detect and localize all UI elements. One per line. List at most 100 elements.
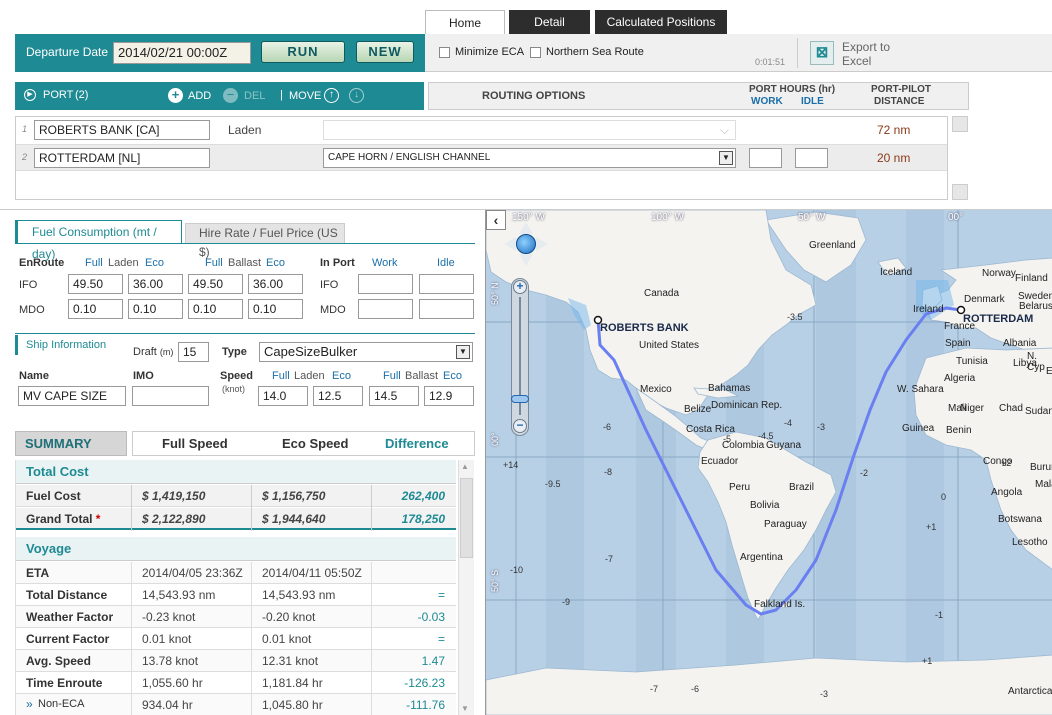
summary-scrollbar[interactable]: ▲ ▼ [458, 460, 474, 715]
pan-up-icon[interactable] [519, 222, 533, 234]
longitude-label: 50° W [798, 212, 826, 223]
tab-fuel-consumption[interactable]: Fuel Consumption (mt / day) [15, 220, 182, 261]
zoom-slider[interactable]: + − [511, 278, 529, 436]
timezone-label: +14 [503, 460, 519, 470]
table-row: Time Enroute 1,055.60 hr 1,181.84 hr -126.2… [16, 672, 456, 694]
ifo-eco-laden-input[interactable]: 36.00 [128, 274, 183, 294]
full-speed-value: 934.04 hr [142, 698, 193, 712]
export-excel-line2[interactable]: Excel [842, 54, 871, 68]
scroll-down[interactable] [952, 184, 968, 200]
timezone-label: -1 [935, 610, 944, 620]
routing-select[interactable]: ⌵ [323, 120, 736, 140]
work-hours-input[interactable] [749, 148, 782, 168]
zoom-in-icon[interactable]: + [513, 280, 527, 294]
difference-value: -111.76 [406, 698, 445, 712]
idle-hours-input[interactable] [795, 148, 828, 168]
place-label: Sudan [1025, 406, 1052, 417]
divider [797, 38, 798, 68]
place-label: Ireland [913, 304, 944, 315]
mdo-full-ballast-input[interactable]: 0.10 [188, 299, 243, 319]
port-count: (2) [75, 89, 89, 101]
zoom-out-icon[interactable]: − [513, 419, 527, 433]
pan-left-icon[interactable] [504, 237, 516, 251]
add-icon[interactable]: + [168, 88, 183, 103]
tab-calculated-positions[interactable]: Calculated Positions [595, 10, 727, 34]
eco-speed-value: -0.20 knot [262, 610, 316, 624]
mdo-eco-laden-input[interactable]: 0.10 [128, 299, 183, 319]
port-name-input[interactable]: ROTTERDAM [NL] [34, 148, 210, 168]
longitude-label: 00° [948, 212, 964, 223]
tab-hire-rate[interactable]: Hire Rate / Fuel Price (US $) [185, 223, 345, 259]
timezone-label: -7 [605, 554, 614, 564]
departure-date-input[interactable]: 2014/02/21 00:00Z [113, 42, 251, 64]
excel-icon[interactable]: ⊠ [810, 41, 834, 65]
dropdown-arrow-icon[interactable]: ▼ [719, 151, 733, 165]
port-name-input[interactable]: ROBERTS BANK [CA] [34, 120, 210, 140]
eco-speed-value: 1,181.84 hr [262, 676, 323, 690]
scroll-thumb[interactable] [460, 478, 473, 558]
route-map[interactable]: 150° W 100° W 50° W 00° 50° N 00° 50° S Greenla… [485, 210, 1052, 715]
separator: | [280, 89, 283, 101]
place-label: Brazil [789, 482, 815, 493]
ifo-work-input[interactable] [358, 274, 413, 294]
ifo-eco-ballast-input[interactable]: 36.00 [248, 274, 303, 294]
northern-sea-route-checkbox[interactable] [530, 47, 541, 58]
ship-type-select[interactable]: CapeSizeBulker ▼ [259, 342, 473, 362]
tab-detail[interactable]: Detail [509, 10, 590, 34]
divider [251, 694, 252, 715]
table-row: Fuel Cost $ 1,419,150 $ 1,156,750 262,40… [16, 485, 456, 507]
speed-full-ballast-input[interactable]: 14.5 [369, 386, 419, 406]
move-up-icon[interactable]: ↑ [324, 88, 339, 103]
move-down-icon[interactable]: ↓ [349, 88, 364, 103]
speed-eco-ballast-input[interactable]: 12.9 [424, 386, 474, 406]
export-excel-line1[interactable]: Export to [842, 40, 890, 54]
scroll-up-icon[interactable]: ▲ [461, 462, 469, 471]
globe-icon[interactable] [516, 234, 536, 254]
divider [15, 333, 475, 334]
ifo-label: IFO [320, 279, 339, 291]
table-row: Total Distance 14,543.93 nm 14,543.93 nm = [16, 584, 456, 606]
imo-input[interactable] [132, 386, 209, 406]
timezone-label: +1 [922, 656, 933, 666]
divider [371, 628, 372, 650]
delete-icon[interactable]: − [223, 88, 238, 103]
routing-select[interactable]: CAPE HORN / ENGLISH CHANNEL ▼ [323, 148, 736, 168]
ifo-full-laden-input[interactable]: 49.50 [68, 274, 123, 294]
mdo-full-laden-input[interactable]: 0.10 [68, 299, 123, 319]
mdo-eco-ballast-input[interactable]: 0.10 [248, 299, 303, 319]
pan-down-icon[interactable] [519, 254, 533, 266]
zoom-thumb[interactable] [511, 395, 529, 403]
speed-eco-laden-input[interactable]: 12.5 [313, 386, 363, 406]
pan-control[interactable] [504, 222, 548, 266]
del-button[interactable]: DEL [244, 90, 265, 102]
expand-chevron-icon[interactable]: » [26, 697, 33, 711]
ifo-label: IFO [19, 279, 38, 291]
scroll-down-icon[interactable]: ▼ [461, 704, 469, 713]
timezone-label: -3 [820, 689, 829, 699]
tab-home[interactable]: Home [425, 10, 505, 34]
dropdown-arrow-icon[interactable]: ▼ [456, 345, 470, 359]
scroll-up[interactable] [952, 116, 968, 132]
collapse-panel-button[interactable]: ‹ [486, 210, 506, 230]
full-speed-value: 0.01 knot [142, 632, 192, 646]
mdo-work-input[interactable] [358, 299, 413, 319]
minimize-eca-checkbox[interactable] [439, 47, 450, 58]
draft-input[interactable]: 15 [178, 342, 209, 362]
timezone-label: -2 [860, 468, 869, 478]
eco-speed-value: 2014/04/11 05:50Z [262, 566, 362, 580]
enroute-label: EnRoute [19, 257, 65, 269]
ifo-full-ballast-input[interactable]: 49.50 [188, 274, 243, 294]
mdo-idle-input[interactable] [419, 299, 474, 319]
ifo-idle-input[interactable] [419, 274, 474, 294]
run-button[interactable]: RUN [261, 41, 345, 63]
ship-name-input[interactable]: MV CAPE SIZE [18, 386, 126, 406]
new-button[interactable]: NEW [356, 41, 414, 63]
total-cost-section: Total Cost [16, 460, 456, 484]
play-icon[interactable]: ▶ [24, 89, 36, 101]
draft-label: Draft (m) [133, 346, 174, 358]
pan-right-icon[interactable] [536, 237, 548, 251]
place-label: Mexico [640, 384, 672, 395]
add-button[interactable]: ADD [188, 90, 211, 102]
speed-full-laden-input[interactable]: 14.0 [258, 386, 308, 406]
full-speed-value: 14,543.93 nm [142, 588, 216, 602]
